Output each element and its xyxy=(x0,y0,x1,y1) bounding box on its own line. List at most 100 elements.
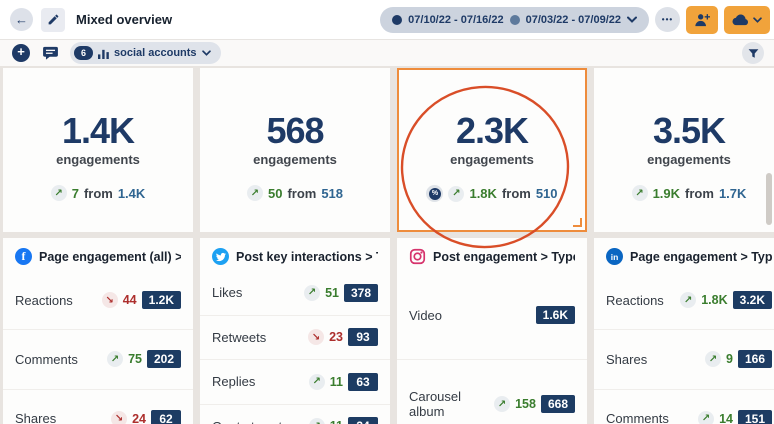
add-widget-button[interactable]: + xyxy=(12,44,30,62)
total-badge: 378 xyxy=(344,284,378,302)
stat-value: 568 xyxy=(266,112,323,150)
metric-row[interactable]: Shares ↗ 9 166 xyxy=(594,329,774,388)
stat-card-engagements-3-selected[interactable]: 2.3K engagements % ↗ 1.8K from 510 xyxy=(397,68,587,232)
previous-value-link[interactable]: 1.4K xyxy=(118,186,145,201)
metric-row[interactable]: Comments ↗ 14 151 xyxy=(594,389,774,424)
previous-value-link[interactable]: 518 xyxy=(321,186,343,201)
social-accounts-selector[interactable]: 6 social accounts xyxy=(70,42,221,64)
stat-card-engagements-4[interactable]: 3.5K engagements ↗ 1.9K from 1.7K xyxy=(594,68,774,232)
delta-value: 7 xyxy=(72,186,79,201)
trend-up-icon: ↗ xyxy=(51,185,67,201)
vertical-scrollbar-thumb[interactable] xyxy=(766,173,772,225)
accounts-label: social accounts xyxy=(114,47,197,59)
delta-value: 1.8K xyxy=(469,186,496,201)
dashboard-grid: 1.4K engagements ↗ 7 from 1.4K 568 engag… xyxy=(0,66,774,424)
delta-value: 14 xyxy=(719,412,733,424)
total-badge: 1.2K xyxy=(142,291,181,309)
trend-up-icon: ↗ xyxy=(698,411,714,424)
metric-rows: Likes ↗ 51 378 Retweets ↘ 23 93 xyxy=(200,271,390,424)
metric-card-title: Post engagement > Type xyxy=(433,250,575,264)
metric-card-header: Post key interactions > Type xyxy=(200,238,390,271)
delta-value: 51 xyxy=(325,286,339,300)
download-button[interactable] xyxy=(724,6,770,34)
person-add-icon xyxy=(694,12,710,27)
twitter-metric-card[interactable]: Post key interactions > Type Likes ↗ 51 … xyxy=(200,238,390,424)
trend-up-icon: ↗ xyxy=(448,186,464,202)
secondary-toolbar: + 6 social accounts xyxy=(0,40,774,66)
trend-up-icon: ↗ xyxy=(247,185,263,201)
total-badge: 151 xyxy=(738,410,772,424)
page-title: Mixed overview xyxy=(76,12,172,27)
primary-date-range: 07/10/22 - 07/16/22 xyxy=(408,14,503,26)
metric-row[interactable]: Replies ↗ 11 63 xyxy=(200,359,390,404)
back-button[interactable]: ← xyxy=(10,8,33,31)
trend-down-icon: ↘ xyxy=(102,292,118,308)
previous-value-link[interactable]: 510 xyxy=(536,186,558,201)
stat-delta-line: ↗ 7 from 1.4K xyxy=(51,185,146,201)
delta-value: 23 xyxy=(329,330,343,344)
date-range-selector[interactable]: 07/10/22 - 07/16/22 07/03/22 - 07/09/22 xyxy=(380,7,649,33)
filter-button[interactable] xyxy=(742,42,764,64)
metric-row[interactable]: Shares ↘ 24 62 xyxy=(3,389,193,424)
chevron-down-icon xyxy=(202,50,211,56)
trend-up-icon: ↗ xyxy=(107,351,123,367)
chevron-down-icon xyxy=(627,16,637,23)
stat-delta-line: ↗ 50 from 518 xyxy=(247,185,343,201)
stat-unit-label: engagements xyxy=(56,152,140,167)
instagram-icon xyxy=(409,248,426,265)
share-report-button[interactable] xyxy=(686,6,718,34)
more-options-button[interactable]: ••• xyxy=(655,7,680,32)
total-badge: 34 xyxy=(348,417,378,424)
instagram-metric-card[interactable]: Post engagement > Type Video 1.6K Carous… xyxy=(397,238,587,424)
chevron-down-icon xyxy=(753,17,762,23)
metric-row[interactable]: Reactions ↗ 1.8K 3.2K xyxy=(594,271,774,329)
metric-row[interactable]: Quote tweets ↗ 11 34 xyxy=(200,404,390,424)
total-badge: 62 xyxy=(151,410,181,424)
metric-row[interactable]: Comments ↗ 75 202 xyxy=(3,329,193,388)
compare-range-dot xyxy=(510,15,520,25)
stat-value: 1.4K xyxy=(62,112,134,150)
edit-button[interactable] xyxy=(41,8,65,32)
stat-card-engagements-1[interactable]: 1.4K engagements ↗ 7 from 1.4K xyxy=(3,68,193,232)
previous-value-link[interactable]: 1.7K xyxy=(719,186,746,201)
twitter-icon xyxy=(212,248,229,265)
comment-icon xyxy=(43,46,58,60)
metric-card-header: in Page engagement > Type xyxy=(594,238,774,271)
resize-handle[interactable] xyxy=(573,218,582,227)
from-label: from xyxy=(287,186,316,201)
stat-unit-label: engagements xyxy=(450,152,534,167)
metric-row[interactable]: Likes ↗ 51 378 xyxy=(200,271,390,315)
stat-delta-line: % ↗ 1.8K from 510 xyxy=(426,185,557,202)
delta-value: 50 xyxy=(268,186,282,201)
top-bar: ← Mixed overview 07/10/22 - 07/16/22 07/… xyxy=(0,0,774,40)
delta-value: 24 xyxy=(132,412,146,424)
linkedin-metric-card[interactable]: in Page engagement > Type Reactions ↗ 1.… xyxy=(594,238,774,424)
stat-card-engagements-2[interactable]: 568 engagements ↗ 50 from 518 xyxy=(200,68,390,232)
metric-row[interactable]: Video 1.6K xyxy=(397,271,587,359)
delta-value: 11 xyxy=(330,375,343,389)
bar-chart-icon xyxy=(98,48,109,59)
metric-card-title: Page engagement > Type xyxy=(630,250,772,264)
trend-up-icon: ↗ xyxy=(632,185,648,201)
trend-up-icon: ↗ xyxy=(304,285,320,301)
delta-value: 1.9K xyxy=(653,186,680,201)
metric-row[interactable]: Reactions ↘ 44 1.2K xyxy=(3,271,193,329)
stat-value: 3.5K xyxy=(653,112,725,150)
from-label: from xyxy=(685,186,714,201)
total-badge: 668 xyxy=(541,395,575,413)
total-badge: 93 xyxy=(348,328,378,346)
notes-button[interactable] xyxy=(43,46,58,60)
ellipsis-icon: ••• xyxy=(662,15,673,24)
stat-delta-line: ↗ 1.9K from 1.7K xyxy=(632,185,747,201)
metric-card-title: Post key interactions > Type xyxy=(236,250,378,264)
facebook-metric-card[interactable]: f Page engagement (all) > T... Reactions… xyxy=(3,238,193,424)
trend-up-icon: ↗ xyxy=(705,351,721,367)
trend-up-icon: ↗ xyxy=(309,418,325,424)
metric-row[interactable]: Retweets ↘ 23 93 xyxy=(200,315,390,360)
total-badge: 202 xyxy=(147,350,181,368)
total-badge: 166 xyxy=(738,350,772,368)
compare-icon: % xyxy=(426,185,443,202)
delta-value: 158 xyxy=(515,397,536,411)
delta-value: 11 xyxy=(330,419,343,424)
metric-row[interactable]: Carousel album ↗ 158 668 xyxy=(397,359,587,424)
